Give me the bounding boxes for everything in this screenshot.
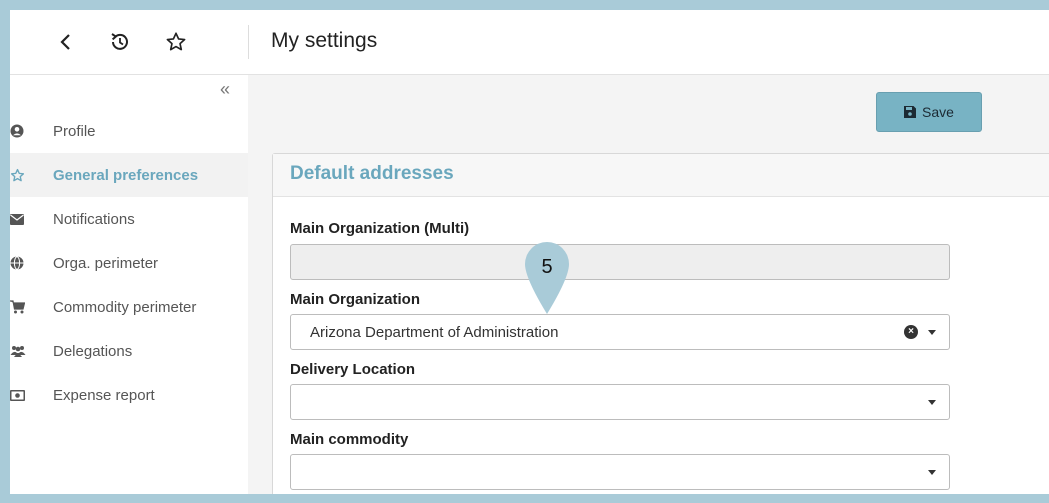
delivery-location-label: Delivery Location	[290, 361, 416, 378]
delivery-location-select[interactable]	[290, 384, 950, 420]
money-icon	[10, 389, 26, 401]
history-button[interactable]	[106, 28, 134, 56]
panel-title: Default addresses	[290, 163, 454, 184]
collapse-sidebar-button[interactable]: «	[220, 79, 230, 100]
field-value: Arizona Department of Administration	[310, 324, 559, 341]
step-callout: 5	[522, 236, 572, 316]
main-organization-multi-label: Main Organization (Multi)	[290, 220, 470, 237]
main-organization-label: Main Organization	[290, 291, 421, 308]
star-outline-icon	[166, 32, 186, 51]
clear-icon[interactable]: ×	[904, 325, 918, 339]
sidebar-item-profile[interactable]: Profile	[10, 109, 248, 153]
caret-down-icon[interactable]	[928, 400, 936, 405]
save-button-label: Save	[922, 104, 954, 120]
step-number: 5	[541, 256, 553, 278]
chevron-left-icon	[60, 34, 70, 50]
sidebar-item-label: Expense report	[53, 386, 155, 404]
sidebar: « Profile General preferences Notificati…	[10, 75, 248, 494]
floppy-disk-icon	[904, 106, 917, 118]
cart-icon	[10, 300, 26, 314]
caret-down-icon[interactable]	[928, 470, 936, 475]
header: My settings	[10, 10, 1049, 75]
sidebar-item-label: Commodity perimeter	[53, 298, 197, 316]
main-organization-multi-field	[290, 244, 950, 280]
page-title: My settings	[271, 29, 378, 52]
sidebar-item-expense-report[interactable]: Expense report	[10, 373, 248, 417]
sidebar-item-label: Profile	[53, 122, 96, 140]
star-outline-icon	[10, 168, 26, 183]
sidebar-item-notifications[interactable]: Notifications	[10, 197, 248, 241]
history-icon	[111, 33, 128, 50]
globe-icon	[10, 256, 26, 270]
sidebar-item-label: Notifications	[53, 210, 135, 228]
save-button[interactable]: Save	[876, 92, 982, 132]
sidebar-item-general-preferences[interactable]: General preferences	[10, 153, 248, 197]
header-divider	[248, 25, 249, 59]
sidebar-item-label: Delegations	[53, 342, 133, 360]
favorite-button[interactable]	[162, 28, 190, 56]
panel-header: Default addresses	[273, 154, 1049, 197]
sidebar-item-commodity-perimeter[interactable]: Commodity perimeter	[10, 285, 248, 329]
main-content: Save Default addresses Main Organization…	[248, 75, 1049, 494]
default-addresses-panel: Default addresses Main Organization (Mul…	[272, 153, 1049, 494]
sidebar-item-orga-perimeter[interactable]: Orga. perimeter	[10, 241, 248, 285]
main-organization-select[interactable]: Arizona Department of Administration ×	[290, 314, 950, 350]
main-commodity-select[interactable]	[290, 454, 950, 490]
users-icon	[10, 345, 26, 357]
sidebar-item-delegations[interactable]: Delegations	[10, 329, 248, 373]
sidebar-item-label: General preferences	[53, 166, 199, 184]
main-commodity-label: Main commodity	[290, 431, 409, 448]
user-circle-icon	[10, 124, 26, 138]
caret-down-icon[interactable]	[928, 330, 936, 335]
envelope-icon	[10, 213, 26, 225]
back-button[interactable]	[52, 28, 80, 56]
sidebar-item-label: Orga. perimeter	[53, 254, 159, 272]
